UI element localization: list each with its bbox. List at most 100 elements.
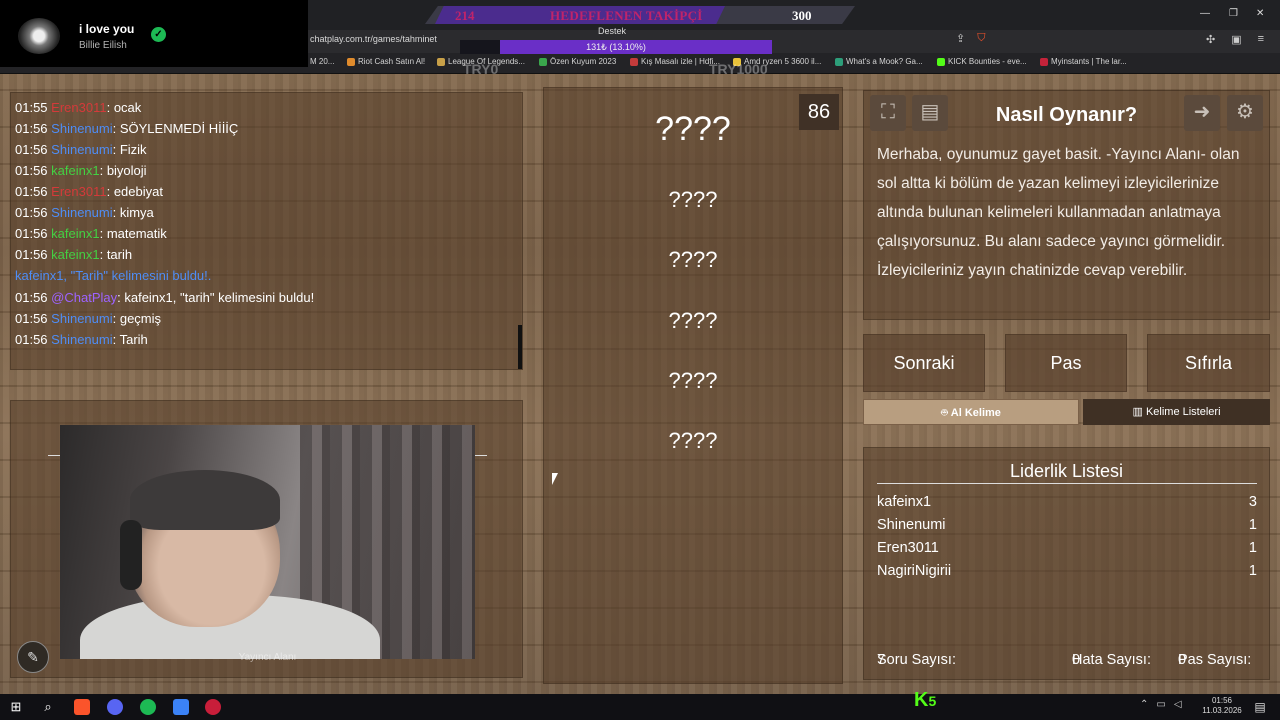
bookmark[interactable]: M 20... bbox=[310, 57, 334, 66]
player-score: 1 bbox=[1248, 517, 1257, 533]
bookmark[interactable]: What's a Mook? Ga... bbox=[835, 57, 923, 66]
volume-icon[interactable]: ◁ bbox=[1174, 699, 1182, 710]
support-label: Destek bbox=[598, 26, 627, 36]
follower-goal-title: HEDEFLENEN TAKİPÇİ bbox=[550, 8, 703, 23]
chat-time: 01:56 bbox=[15, 142, 48, 157]
divider bbox=[877, 483, 1257, 484]
pass-count-value: 0 bbox=[1178, 652, 1187, 668]
chat-time: 01:56 bbox=[15, 184, 48, 199]
bookmark-favicon-icon bbox=[437, 57, 445, 66]
chat-text: : kimya bbox=[112, 205, 154, 220]
bookmark[interactable]: KICK Bounties - eve... bbox=[937, 57, 1027, 66]
chat-text: : biyoloji bbox=[99, 163, 147, 178]
leaderboard-title: Liderlik Listesi bbox=[1009, 461, 1124, 481]
chat-scrollbar[interactable] bbox=[518, 325, 522, 369]
chat-message: 01:56 Shinenumi: Tarih bbox=[15, 332, 148, 347]
close-icon[interactable]: ✕ bbox=[1256, 8, 1264, 19]
brave-shield-icon[interactable]: ⛉ bbox=[977, 32, 985, 45]
bookmark[interactable]: Riot Cash Satın Al! bbox=[347, 57, 425, 66]
track-artist: Billie Eilish bbox=[79, 40, 127, 51]
chat-message: 01:56 kafeinx1: matematik bbox=[15, 226, 167, 241]
bookmark-favicon-icon bbox=[937, 57, 945, 66]
extensions-icon[interactable]: ✣ bbox=[1206, 33, 1215, 46]
chat-message: 01:56 Shinenumi: kimya bbox=[15, 205, 154, 220]
next-button[interactable]: Sonraki bbox=[863, 334, 985, 392]
chat-time: 01:56 bbox=[15, 311, 48, 326]
chat-username[interactable]: Eren3011 bbox=[51, 100, 106, 115]
app-icon[interactable] bbox=[173, 699, 189, 715]
chat-text: : tarih bbox=[99, 247, 133, 262]
chat-username[interactable]: Eren3011 bbox=[51, 184, 106, 199]
menu-icon[interactable]: ≡ bbox=[1258, 33, 1264, 46]
chat-username[interactable]: kafeinx1 bbox=[51, 226, 99, 241]
kick-viewers-badge: K5 bbox=[914, 689, 936, 712]
player-name: Eren3011 bbox=[877, 540, 939, 556]
bookmark[interactable]: Myinstants | The lar... bbox=[1040, 57, 1127, 66]
taskbar-clock[interactable]: 01:56 11.03.2026 bbox=[1200, 696, 1244, 716]
taboo-word: ???? bbox=[668, 308, 718, 333]
how-to-play-text: Merhaba, oyunumuz gayet basit. -Yayıncı … bbox=[877, 146, 1240, 279]
leaderboard-row: Eren3011 1 bbox=[877, 540, 1257, 556]
chat-username[interactable]: Shinenumi bbox=[51, 205, 112, 220]
chat-text: : ocak bbox=[106, 100, 142, 115]
player-name: NagiriNigirii bbox=[877, 563, 952, 579]
bookmark[interactable]: Kış Masalı izle | Hdfi... bbox=[630, 57, 720, 66]
support-amount: 131₺ (13.10%) bbox=[586, 42, 646, 52]
discord-icon[interactable] bbox=[107, 699, 123, 715]
follower-goal-current: 214 bbox=[455, 8, 475, 23]
network-icon[interactable]: ▭ bbox=[1156, 699, 1165, 710]
track-title: i love you bbox=[79, 22, 135, 36]
chat-username[interactable]: Shinenumi bbox=[51, 121, 112, 136]
player-score: 1 bbox=[1248, 563, 1257, 579]
streamer-area-label: Yayıncı Alanı bbox=[238, 652, 297, 663]
robot-icon: 🤖︎ bbox=[941, 407, 948, 419]
divider bbox=[475, 455, 487, 456]
restore-icon[interactable]: ❐ bbox=[1229, 8, 1238, 19]
chat-message: 01:56 kafeinx1: tarih bbox=[15, 247, 132, 262]
wallet-icon[interactable]: ▣ bbox=[1231, 33, 1241, 46]
chat-username[interactable]: @ChatPlay bbox=[51, 290, 117, 305]
player-name: Shinenumi bbox=[877, 517, 946, 533]
pass-button[interactable]: Pas bbox=[1005, 334, 1127, 392]
brave-browser-icon[interactable] bbox=[74, 699, 90, 715]
share-icon[interactable]: ⇪ bbox=[956, 32, 965, 45]
word-lists-label: Kelime Listeleri bbox=[1145, 406, 1221, 418]
chat-time: 01:56 bbox=[15, 205, 48, 220]
follower-goal-target: 300 bbox=[792, 8, 812, 23]
divider bbox=[48, 455, 60, 456]
windows-taskbar bbox=[0, 694, 1280, 720]
chat-system-notice: kafeinx1, "Tarih" kelimesini buldu!. bbox=[15, 268, 212, 283]
chat-time: 01:56 bbox=[15, 226, 48, 241]
leaderboard-row: Shinenumi 1 bbox=[877, 517, 1257, 533]
clock-time: 01:56 bbox=[1211, 696, 1233, 705]
get-word-button[interactable]: 🤖︎ Al Kelime bbox=[863, 399, 1079, 425]
bookmark-favicon-icon bbox=[835, 57, 843, 66]
chat-username[interactable]: kafeinx1 bbox=[51, 247, 99, 262]
chat-username[interactable]: Shinenumi bbox=[51, 311, 112, 326]
obs-icon[interactable] bbox=[205, 699, 221, 715]
chat-text: : edebiyat bbox=[106, 184, 163, 199]
url-text[interactable]: chatplay.com.tr/games/tahminet bbox=[310, 34, 437, 44]
word-lists-button[interactable]: ▥ Kelime Listeleri bbox=[1083, 399, 1270, 425]
minimize-icon[interactable]: — bbox=[1200, 8, 1210, 19]
chat-message: 01:56 Eren3011: edebiyat bbox=[15, 184, 163, 199]
notification-icon[interactable]: ▤ bbox=[1252, 699, 1268, 715]
bookmark-favicon-icon bbox=[347, 57, 355, 66]
chat-username[interactable]: kafeinx1 bbox=[51, 163, 99, 178]
question-count-label: Soru Sayısı: bbox=[877, 652, 956, 668]
pencil-icon[interactable]: ✎ bbox=[17, 641, 49, 673]
bookmark[interactable]: Özen Kuyum 2023 bbox=[539, 57, 616, 66]
chevron-up-icon[interactable]: ⌃ bbox=[1140, 699, 1148, 710]
search-icon[interactable]: ⌕ bbox=[40, 699, 56, 715]
liked-check-icon[interactable]: ✓ bbox=[151, 27, 166, 42]
chat-time: 01:55 bbox=[15, 100, 48, 115]
chat-username[interactable]: Shinenumi bbox=[51, 142, 112, 157]
error-count-value: 0 bbox=[1072, 652, 1081, 668]
player-score: 1 bbox=[1248, 540, 1257, 556]
chat-message: 01:56 Shinenumi: SÖYLENMEDİ HİİİÇ bbox=[15, 121, 238, 136]
spotify-icon[interactable] bbox=[140, 699, 156, 715]
windows-start-icon[interactable]: ⊞ bbox=[8, 699, 24, 715]
chat-username[interactable]: Shinenumi bbox=[51, 332, 112, 347]
reset-button[interactable]: Sıfırla bbox=[1147, 334, 1270, 392]
mouse-cursor bbox=[552, 473, 558, 485]
